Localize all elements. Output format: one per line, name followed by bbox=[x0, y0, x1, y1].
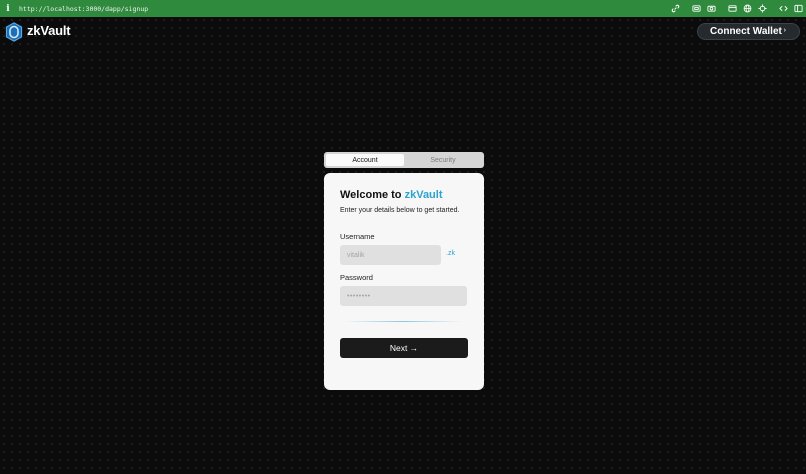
username-suffix: .zk bbox=[446, 250, 455, 257]
code-icon[interactable] bbox=[777, 3, 789, 14]
signup-card: Welcome to zkVault Enter your details be… bbox=[324, 173, 484, 390]
password-input[interactable]: •••••••• bbox=[340, 286, 467, 306]
globe-icon[interactable] bbox=[741, 3, 753, 14]
signup-tabs: Account Security bbox=[324, 152, 484, 168]
info-icon[interactable]: i bbox=[0, 4, 16, 14]
zkvault-logo-icon[interactable] bbox=[5, 22, 23, 42]
tab-security[interactable]: Security bbox=[404, 154, 482, 166]
password-label: Password bbox=[340, 273, 373, 282]
username-input[interactable]: vitalik bbox=[340, 245, 441, 265]
connect-wallet-button[interactable]: Connect Wallet › bbox=[697, 23, 800, 40]
window-icon[interactable] bbox=[726, 3, 738, 14]
browser-toolbar bbox=[666, 0, 804, 17]
chevron-right-icon: › bbox=[783, 27, 786, 34]
tab-account[interactable]: Account bbox=[326, 154, 404, 166]
panel-icon[interactable] bbox=[792, 3, 804, 14]
connect-wallet-label: Connect Wallet bbox=[710, 26, 782, 37]
app-header: zkVault Connect Wallet › bbox=[0, 17, 806, 47]
next-button[interactable]: Next → bbox=[340, 338, 468, 358]
browser-address-bar: i http://localhost:3000/dapp/signup bbox=[0, 0, 806, 17]
url-text[interactable]: http://localhost:3000/dapp/signup bbox=[19, 5, 148, 13]
camera-icon[interactable] bbox=[705, 3, 717, 14]
title-prefix: Welcome to bbox=[340, 189, 405, 201]
screenshot-icon[interactable] bbox=[690, 3, 702, 14]
crosshair-icon[interactable] bbox=[756, 3, 768, 14]
card-subtitle: Enter your details below to get started. bbox=[340, 207, 460, 214]
title-brand: zkVault bbox=[404, 189, 443, 201]
username-label: Username bbox=[340, 232, 375, 241]
link-icon[interactable] bbox=[669, 3, 681, 14]
card-title: Welcome to zkVault bbox=[340, 189, 443, 201]
progress-divider bbox=[344, 321, 462, 322]
brand-name[interactable]: zkVault bbox=[27, 23, 71, 38]
